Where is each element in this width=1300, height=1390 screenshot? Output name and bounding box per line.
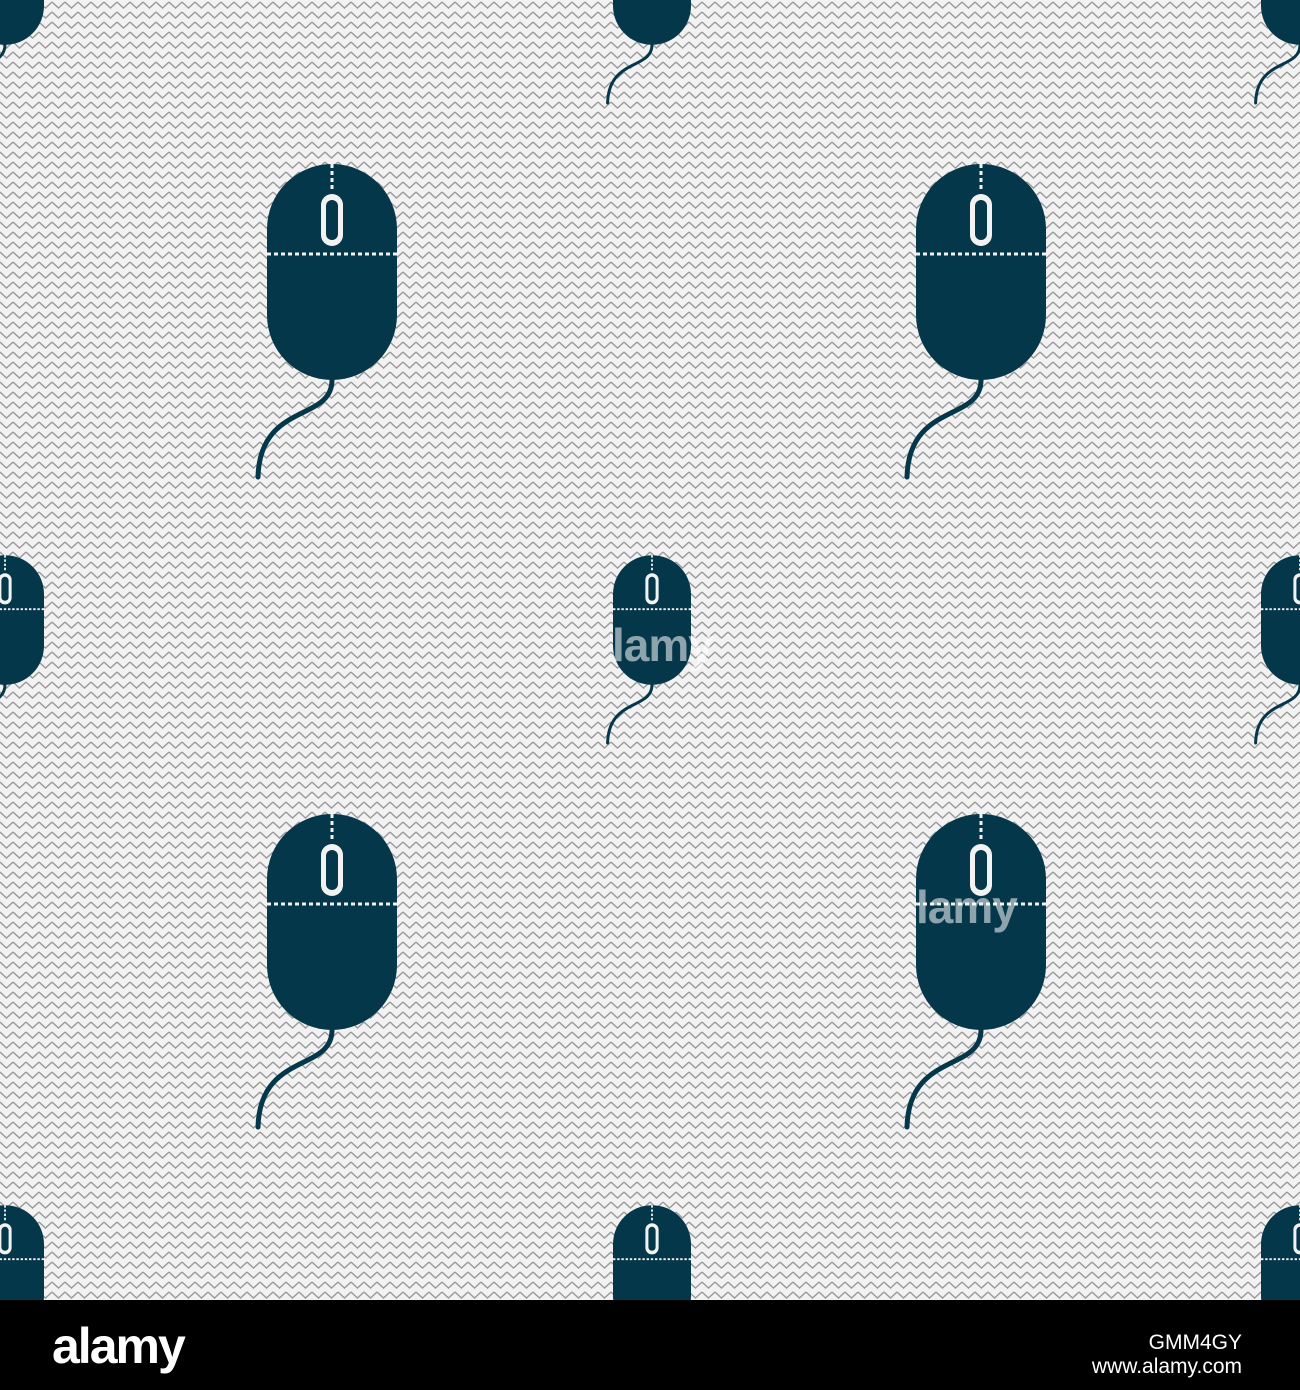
- seamless-pattern: lamy lamy: [0, 0, 1300, 1300]
- footer-url: www.alamy.com: [1091, 1355, 1242, 1378]
- footer-logo: alamy: [52, 1318, 186, 1374]
- pattern-canvas: [0, 0, 1300, 1300]
- footer-bar: alamy GMM4GY www.alamy.com: [0, 1300, 1300, 1390]
